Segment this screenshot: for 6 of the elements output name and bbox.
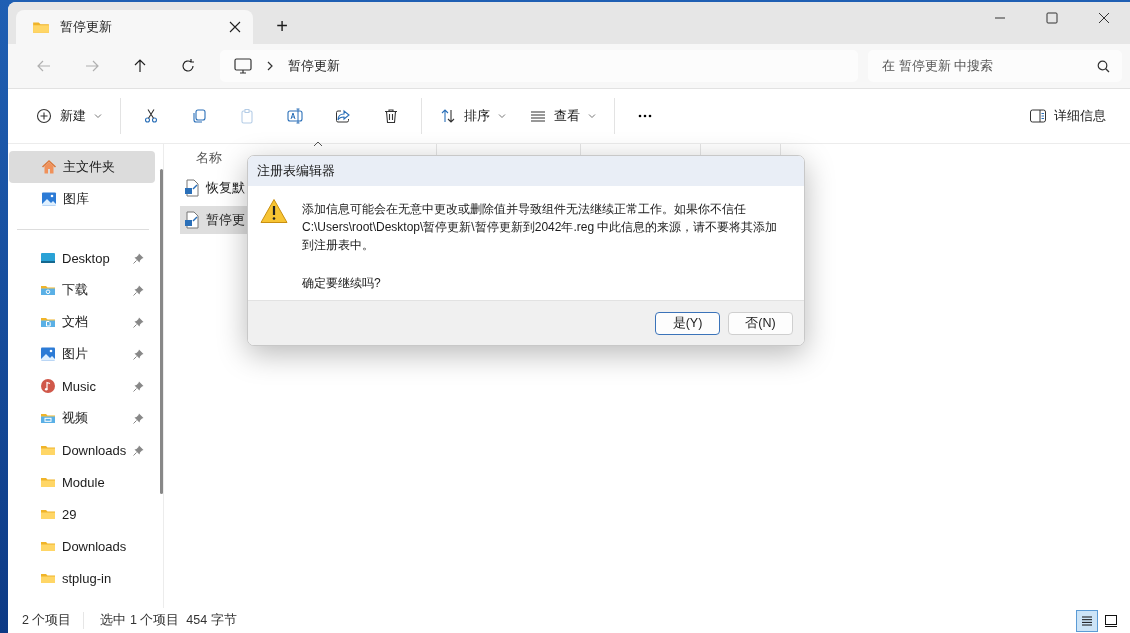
selection-info: 选中 1 个项目 454 字节 xyxy=(83,612,249,629)
tab-title: 暂停更新 xyxy=(60,18,113,36)
dialog-message: 添加信息可能会在无意中更改或删除值并导致组件无法继续正常工作。如果你不信任 C:\Users\root\Desktop\暂停更新\暂停更新到2042年.reg 中此信息的来源，请不要将其添加到注册表中。 xyxy=(302,201,779,254)
dialog-title: 注册表编辑器 xyxy=(248,156,804,186)
dialog-question: 确定要继续吗? xyxy=(302,275,382,292)
item-count: 2 个项目 xyxy=(22,612,73,629)
